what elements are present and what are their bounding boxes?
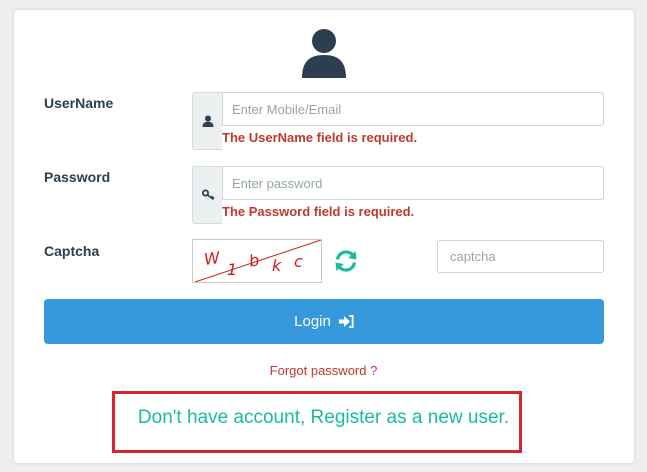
login-button[interactable]: Login	[44, 299, 604, 344]
password-error: The Password field is required.	[222, 204, 415, 219]
refresh-icon[interactable]	[334, 249, 358, 273]
password-addon	[192, 166, 222, 224]
user-avatar-icon	[302, 29, 346, 78]
username-label: UserName	[44, 95, 114, 111]
sign-in-icon	[338, 315, 354, 328]
password-input[interactable]	[222, 166, 604, 200]
captcha-label: Captcha	[44, 243, 100, 259]
username-addon	[192, 92, 222, 150]
username-input[interactable]	[222, 92, 604, 126]
password-label: Password	[44, 169, 111, 185]
register-link[interactable]: Don't have account, Register as a new us…	[0, 407, 647, 429]
username-error: The UserName field is required.	[222, 130, 418, 145]
captcha-char: 1	[227, 260, 238, 279]
captcha-image: W 1 b k c	[192, 239, 322, 283]
captcha-char: W	[202, 247, 222, 270]
user-icon	[202, 115, 214, 127]
key-icon	[202, 189, 215, 201]
captcha-char: c	[294, 252, 303, 271]
login-label: Login	[294, 313, 331, 330]
captcha-char: k	[272, 256, 282, 275]
forgot-password-link[interactable]: Forgot password ?	[0, 363, 647, 378]
captcha-input[interactable]	[437, 240, 604, 273]
